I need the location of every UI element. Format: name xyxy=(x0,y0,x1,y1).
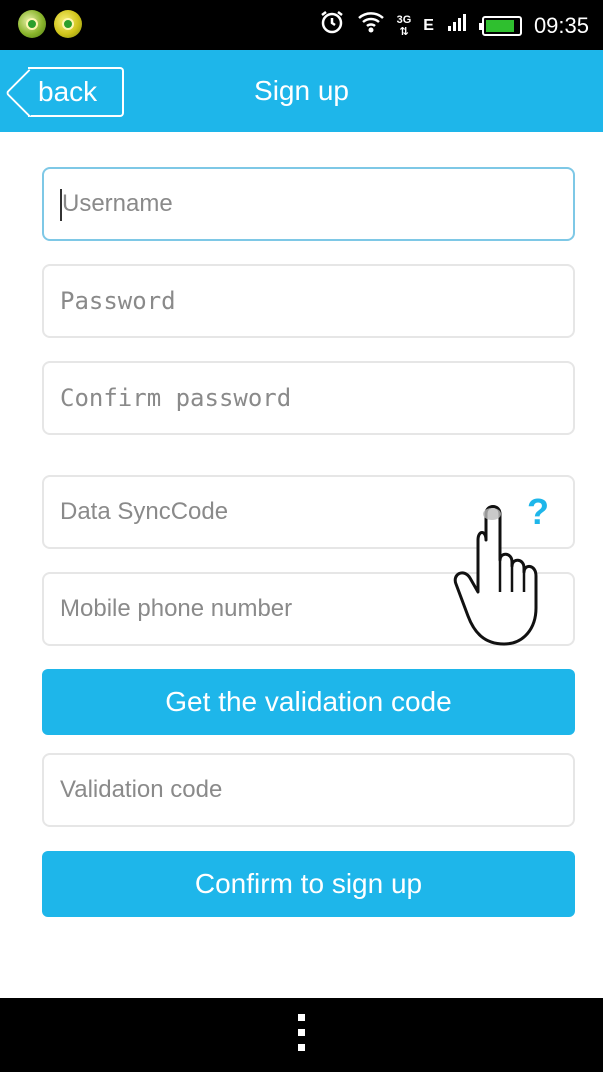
system-indicators: 3G ⇅ E 09:35 xyxy=(319,9,589,43)
app-notification-icon xyxy=(54,10,82,38)
battery-icon xyxy=(478,16,522,36)
username-placeholder: Username xyxy=(62,190,173,217)
overflow-menu-icon[interactable] xyxy=(296,1014,306,1056)
phone-number-placeholder: Mobile phone number xyxy=(60,595,293,622)
confirm-sign-up-button[interactable]: Confirm to sign up xyxy=(42,851,575,917)
username-input[interactable]: Username xyxy=(42,167,575,241)
navigation-bar xyxy=(0,998,603,1072)
back-button-label: back xyxy=(38,76,98,107)
network-e-icon: E xyxy=(423,17,434,34)
hand-pointer-icon xyxy=(448,500,558,650)
status-bar: 3G ⇅ E 09:35 xyxy=(0,0,603,50)
validation-code-placeholder: Validation code xyxy=(60,776,223,803)
sync-code-placeholder: Data SyncCode xyxy=(60,498,229,525)
text-cursor xyxy=(60,189,62,221)
confirm-password-placeholder: Confirm password xyxy=(60,384,292,412)
get-validation-code-button[interactable]: Get the validation code xyxy=(42,669,575,735)
password-placeholder: Password xyxy=(60,287,176,315)
data-transfer-icon: 3G ⇅ xyxy=(396,14,412,38)
alarm-icon xyxy=(319,9,345,43)
notification-area xyxy=(18,10,82,38)
app-notification-icon xyxy=(18,10,46,38)
clock: 09:35 xyxy=(533,13,589,38)
confirm-password-input[interactable]: Confirm password xyxy=(42,361,575,435)
app-header: back Sign up xyxy=(0,50,603,132)
validation-code-input[interactable]: Validation code xyxy=(42,753,575,827)
wifi-icon xyxy=(357,10,385,42)
back-button[interactable]: back xyxy=(28,67,124,117)
signal-icon xyxy=(446,11,470,41)
password-input[interactable]: Password xyxy=(42,264,575,338)
data-transfer-label: 3G xyxy=(396,14,412,26)
